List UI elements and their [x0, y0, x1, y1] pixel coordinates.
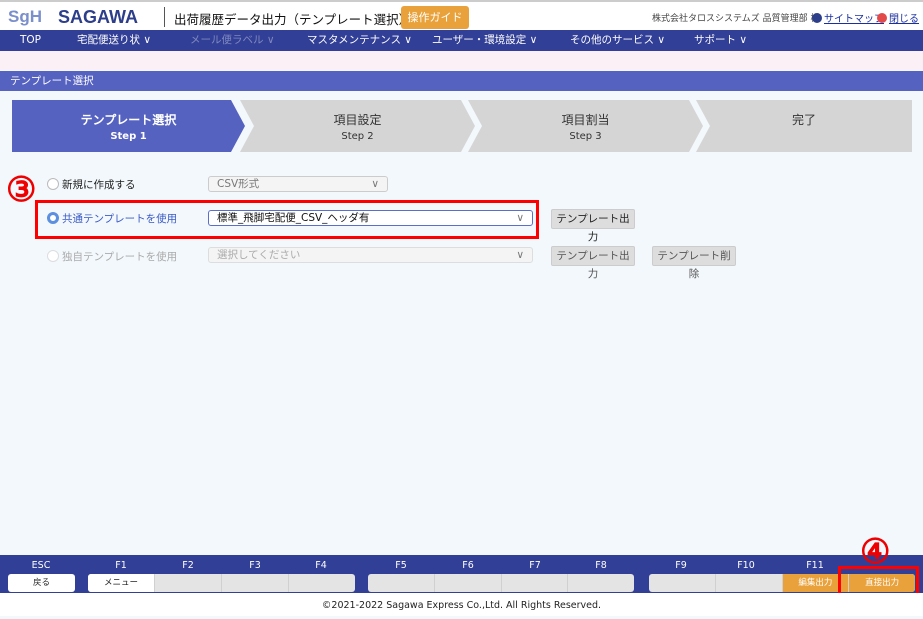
fkey-group-esc: 戻る: [8, 574, 75, 592]
step-title: 完了: [791, 113, 816, 127]
sagawa-logo[interactable]: SAGAWA: [58, 7, 138, 28]
fkey-label: F5: [395, 560, 407, 571]
guide-button[interactable]: 操作ガイド: [401, 6, 469, 29]
step-title: 項目設定: [333, 113, 382, 127]
globe-icon: [812, 13, 822, 23]
f10-button: [716, 574, 783, 592]
fkey-group-1: メニュー: [88, 574, 355, 592]
format-select[interactable]: CSV形式 ∨: [208, 176, 388, 192]
close-link[interactable]: 閉じる: [877, 10, 919, 25]
fkey-group-2: [368, 574, 634, 592]
own-template-select: 選択してください ∨: [208, 247, 533, 263]
f7-button: [502, 574, 569, 592]
f4-button: [289, 574, 355, 592]
sitemap-label: サイトマップ: [824, 14, 884, 25]
back-button[interactable]: 戻る: [8, 574, 75, 592]
fkey-label: F11: [806, 560, 824, 571]
close-label: 閉じる: [889, 14, 919, 25]
user-company: 株式会社タロスシステムズ 品質管理部 様: [652, 14, 820, 24]
fkey-label: F4: [315, 560, 327, 571]
radio-label: 新規に作成する: [62, 179, 136, 191]
nav-takuhai[interactable]: 宅配便送り状 ∨: [77, 30, 151, 51]
own-template-output-button: テンプレート出力: [551, 246, 635, 280]
fkey-label: F9: [675, 560, 687, 571]
step-3: 項目割当 Step 3: [468, 100, 703, 152]
page-title: 出荷履歴データ出力（テンプレート選択）: [174, 12, 412, 27]
step-sub: Step 3: [569, 131, 602, 142]
main-nav: TOP 宅配便送り状 ∨ メール便ラベル ∨ マスタメンテナンス ∨ ユーザー・…: [0, 30, 923, 51]
fkey-label: F3: [249, 560, 261, 571]
chevron-down-icon: ∨: [516, 249, 524, 261]
fkey-label: F7: [529, 560, 541, 571]
annotation-4: ④: [860, 533, 891, 571]
fkey-label: F2: [182, 560, 194, 571]
sgh-logo: SgH: [8, 7, 42, 26]
radio-icon: [47, 178, 59, 190]
select-value: CSV形式: [217, 178, 260, 190]
f2-button: [155, 574, 222, 592]
divider: [164, 7, 165, 27]
step-complete: 完了: [696, 100, 912, 152]
annotation-highlight-box: [35, 200, 539, 239]
common-template-output-button[interactable]: テンプレート出力: [551, 209, 635, 243]
f9-button: [649, 574, 716, 592]
function-key-bar: ESC F1 F2 F3 F4 F5 F6 F7 F8 F9 F10 F11 戻…: [0, 555, 923, 593]
close-icon: [877, 13, 887, 23]
step-title: 項目割当: [561, 113, 610, 127]
step-2: 項目設定 Step 2: [240, 100, 475, 152]
fkey-label: F10: [737, 560, 755, 571]
step-sub: Step 2: [341, 131, 374, 142]
radio-new[interactable]: 新規に作成する: [47, 177, 136, 192]
radio-label: 独自テンプレートを使用: [62, 251, 178, 263]
step-sub: Step 1: [110, 131, 147, 142]
step-1: テンプレート選択 Step 1: [12, 100, 245, 152]
annotation-3: ③: [6, 171, 37, 209]
nav-other-services[interactable]: その他のサービス ∨: [570, 30, 665, 51]
f8-button: [568, 574, 634, 592]
sitemap-link[interactable]: サイトマップ: [812, 10, 884, 25]
nav-top[interactable]: TOP: [20, 30, 41, 51]
header: SgH SAGAWA 出荷履歴データ出力（テンプレート選択） 操作ガイド 株式会…: [0, 0, 923, 30]
select-value: 選択してください: [217, 249, 301, 261]
fkey-label: F1: [115, 560, 127, 571]
fkey-label: F8: [595, 560, 607, 571]
f6-button: [435, 574, 502, 592]
nav-mail: メール便ラベル ∨: [190, 34, 275, 46]
copyright: ©2021-2022 Sagawa Express Co.,Ltd. All R…: [0, 593, 923, 616]
own-template-delete-button: テンプレート削除: [652, 246, 736, 280]
nav-support[interactable]: サポート ∨: [694, 30, 747, 51]
step-title: テンプレート選択: [80, 113, 177, 127]
chevron-down-icon: ∨: [371, 178, 379, 190]
f3-button: [222, 574, 289, 592]
radio-icon: [47, 250, 59, 262]
nav-user-settings[interactable]: ユーザー・環境設定 ∨: [432, 30, 537, 51]
fkey-label: F6: [462, 560, 474, 571]
fkey-label: ESC: [31, 560, 51, 571]
section-title: テンプレート選択: [0, 71, 923, 91]
nav-master[interactable]: マスタメンテナンス ∨: [307, 30, 412, 51]
radio-own: 独自テンプレートを使用: [47, 249, 177, 264]
message-band: [0, 51, 923, 70]
menu-button[interactable]: メニュー: [88, 574, 155, 592]
f5-button: [368, 574, 435, 592]
